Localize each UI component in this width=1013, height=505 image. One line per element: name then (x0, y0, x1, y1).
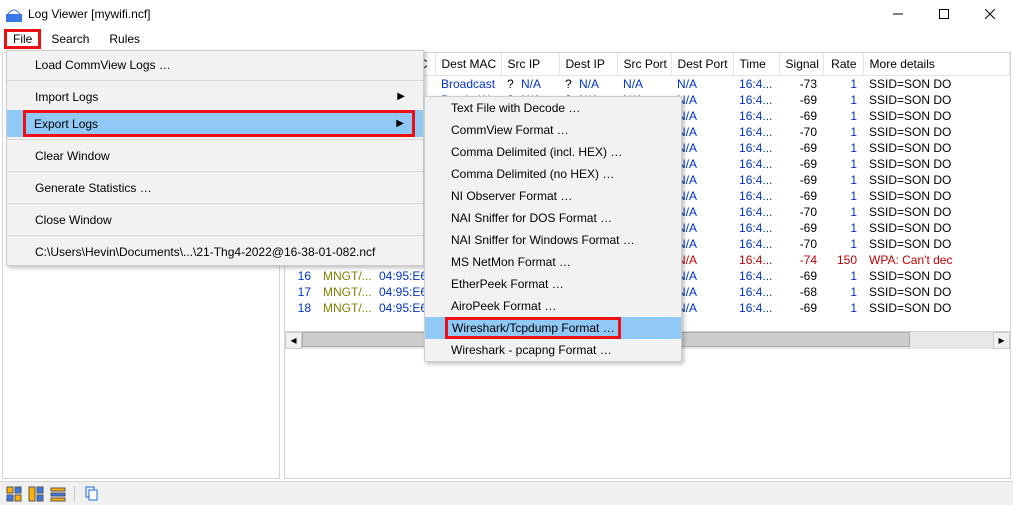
menu-rules[interactable]: Rules (99, 30, 150, 48)
menu-import-label: Import Logs (35, 90, 98, 104)
minimize-button[interactable] (875, 0, 921, 28)
export-csv-hex[interactable]: Comma Delimited (incl. HEX) … (425, 141, 681, 163)
export-ni-observer[interactable]: NI Observer Format … (425, 185, 681, 207)
export-etherpeek[interactable]: EtherPeek Format … (425, 273, 681, 295)
export-wireshark-label: Wireshark/Tcpdump Format … (452, 321, 615, 335)
col-srcport[interactable]: Src Port (617, 53, 671, 76)
col-srcip[interactable]: Src IP (501, 53, 559, 76)
menu-gen-stats[interactable]: Generate Statistics … (7, 174, 423, 201)
separator (7, 171, 423, 172)
menu-file[interactable]: File (7, 30, 38, 48)
titlebar: Log Viewer [mywifi.ncf] (0, 0, 1013, 28)
window-title: Log Viewer [mywifi.ncf] (28, 7, 875, 21)
col-more[interactable]: More details (863, 53, 1009, 76)
menu-export-logs[interactable]: Export Logs ▶ (7, 110, 423, 137)
maximize-button[interactable] (921, 0, 967, 28)
menu-clear-window[interactable]: Clear Window (7, 142, 423, 169)
col-time[interactable]: Time (733, 53, 779, 76)
app-icon (6, 6, 22, 22)
submenu-arrow-icon: ▶ (397, 91, 405, 102)
export-msnetmon[interactable]: MS NetMon Format … (425, 251, 681, 273)
scroll-left-icon[interactable]: ◂ (285, 332, 302, 349)
copy-icon[interactable] (83, 486, 99, 502)
menu-export-label: Export Logs (34, 117, 98, 131)
separator (7, 203, 423, 204)
submenu-arrow-icon: ▶ (396, 118, 404, 129)
view-icon-1[interactable] (6, 486, 22, 502)
view-icon-3[interactable] (50, 486, 66, 502)
menubar: File Search Rules (0, 28, 1013, 50)
col-rate[interactable]: Rate (823, 53, 863, 76)
col-destip[interactable]: Dest IP (559, 53, 617, 76)
export-commview[interactable]: CommView Format … (425, 119, 681, 141)
separator (74, 486, 75, 502)
close-button[interactable] (967, 0, 1013, 28)
scroll-right-icon[interactable]: ▸ (993, 332, 1010, 349)
separator (7, 80, 423, 81)
file-dropdown: Load CommView Logs … Import Logs ▶ Expor… (6, 50, 424, 266)
highlight-file: File (4, 29, 41, 49)
separator (7, 235, 423, 236)
view-icon-2[interactable] (28, 486, 44, 502)
export-submenu: Text File with Decode … CommView Format … (424, 96, 682, 362)
export-nai-win[interactable]: NAI Sniffer for Windows Format … (425, 229, 681, 251)
menu-search[interactable]: Search (41, 30, 99, 48)
detail-pane (285, 348, 1010, 478)
menu-load-logs[interactable]: Load CommView Logs … (7, 51, 423, 78)
separator (7, 139, 423, 140)
col-signal[interactable]: Signal (779, 53, 823, 76)
highlight-export: Export Logs ▶ (23, 110, 415, 137)
menu-recent-file[interactable]: C:\Users\Hevin\Documents\...\21-Thg4-202… (7, 238, 423, 265)
col-destport[interactable]: Dest Port (671, 53, 733, 76)
highlight-wireshark: Wireshark/Tcpdump Format … (445, 317, 621, 339)
export-nai-dos[interactable]: NAI Sniffer for DOS Format … (425, 207, 681, 229)
export-csv[interactable]: Comma Delimited (no HEX) … (425, 163, 681, 185)
menu-close-window[interactable]: Close Window (7, 206, 423, 233)
menu-import-logs[interactable]: Import Logs ▶ (7, 83, 423, 110)
export-wireshark[interactable]: Wireshark/Tcpdump Format … (425, 317, 681, 339)
export-txt[interactable]: Text File with Decode … (425, 97, 681, 119)
export-pcapng[interactable]: Wireshark - pcapng Format … (425, 339, 681, 361)
col-destmac[interactable]: Dest MAC (435, 53, 501, 76)
export-airopeek[interactable]: AiroPeek Format … (425, 295, 681, 317)
statusbar (0, 481, 1013, 505)
